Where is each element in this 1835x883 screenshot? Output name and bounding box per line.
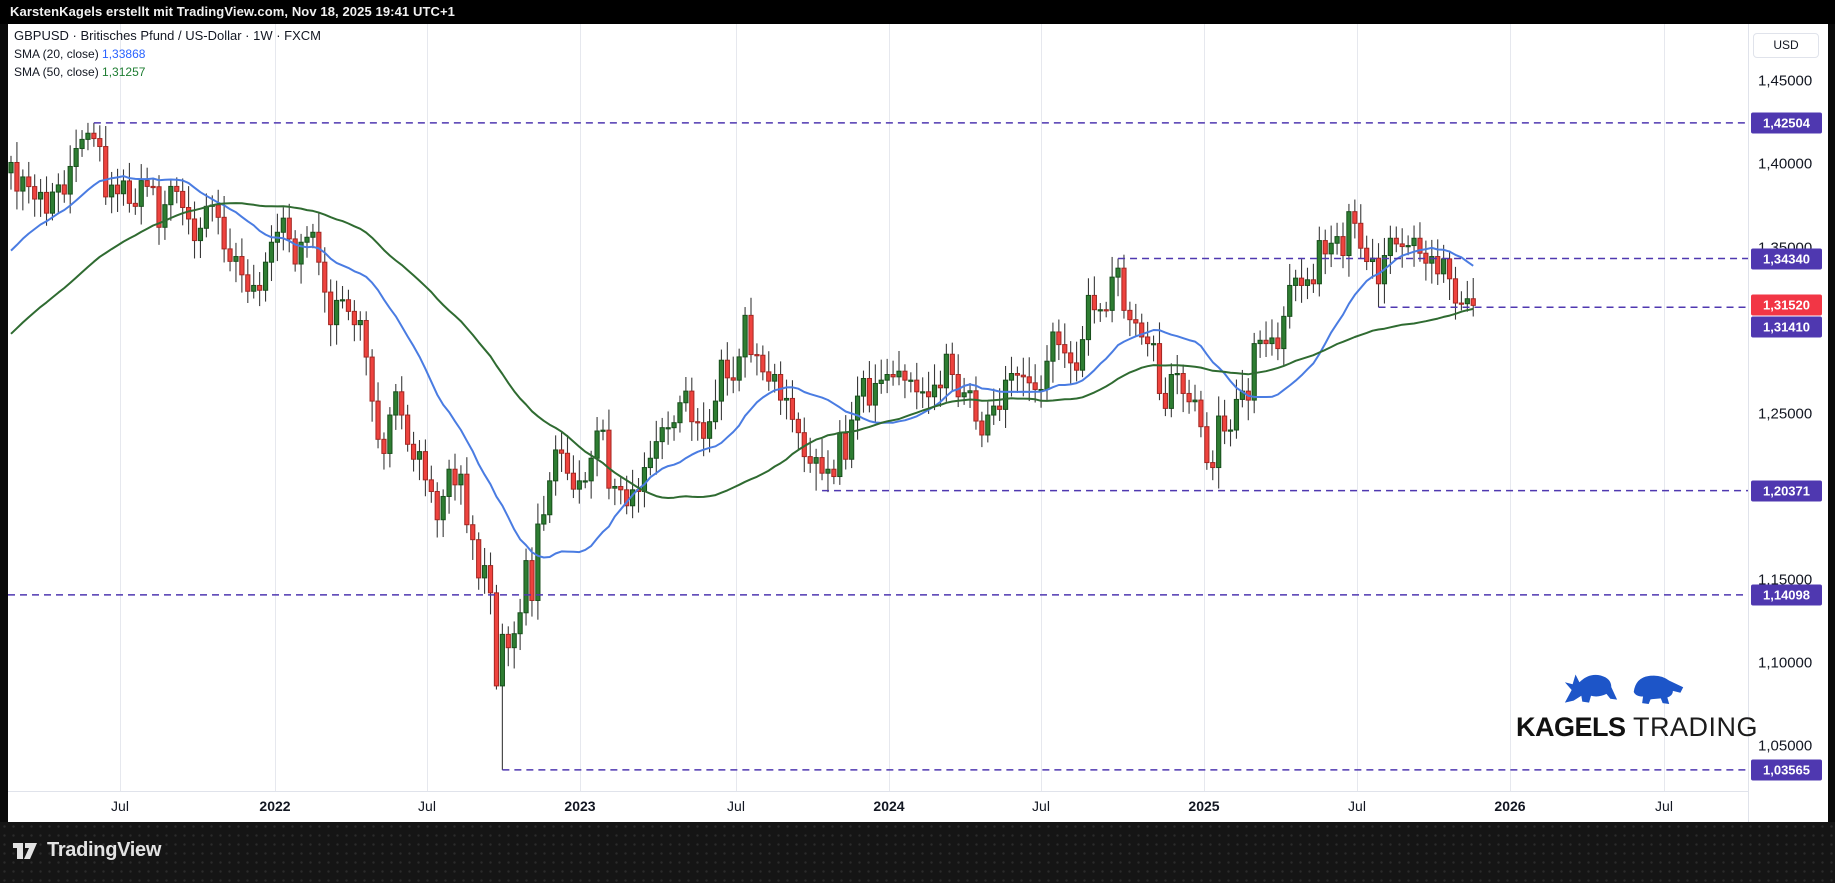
wicks-layer	[11, 123, 1473, 770]
tradingview-logo-text: TradingView	[47, 839, 161, 862]
price-level-badge: 1,03565	[1751, 759, 1822, 780]
price-chart-canvas[interactable]	[8, 24, 1748, 791]
sma50-value: 1,31257	[102, 65, 145, 79]
price-level-badge: 1,34340	[1751, 248, 1822, 269]
sma20-legend-row[interactable]: SMA (20, close) 1,33868	[14, 47, 321, 61]
price-axis[interactable]: USD 1,450001,400001,350001,250001,150001…	[1748, 24, 1828, 822]
tradingview-logo-icon	[13, 841, 39, 861]
time-axis-label[interactable]: Jul	[111, 798, 129, 814]
price-axis-label: 1,05000	[1758, 738, 1812, 755]
price-level-badge: 1,20371	[1751, 480, 1822, 501]
tradingview-logo[interactable]: TradingView	[13, 839, 161, 862]
bear-icon	[1630, 670, 1686, 710]
tradingview-chart-screenshot: KarstenKagels erstellt mit TradingView.c…	[0, 0, 1835, 883]
time-axis-label[interactable]: Jul	[418, 798, 436, 814]
watermark-kagels: KAGELS	[1516, 712, 1626, 742]
sma50-label: SMA (50, close)	[14, 65, 99, 79]
bull-icon	[1562, 670, 1620, 710]
time-axis-label[interactable]: 2022	[259, 798, 290, 814]
price-axis-label: 1,45000	[1758, 73, 1812, 90]
time-axis-label[interactable]: 2026	[1494, 798, 1525, 814]
candles-layer	[9, 133, 1475, 686]
time-axis-label[interactable]: 2023	[564, 798, 595, 814]
kagels-trading-watermark: KAGELS TRADING	[1516, 666, 1731, 743]
attribution-text: KarstenKagels erstellt mit TradingView.c…	[10, 4, 455, 19]
time-axis-label[interactable]: Jul	[1655, 798, 1673, 814]
watermark-trading: TRADING	[1633, 712, 1758, 742]
watermark-text: KAGELS TRADING	[1516, 712, 1731, 743]
watermark-icons	[1516, 666, 1731, 710]
sma20-value: 1,33868	[102, 47, 145, 61]
price-level-badge: 1,42504	[1751, 112, 1822, 133]
symbol-title[interactable]: GBPUSD · Britisches Pfund / US-Dollar · …	[14, 28, 321, 43]
chart-area[interactable]: GBPUSD · Britisches Pfund / US-Dollar · …	[8, 24, 1827, 822]
price-level-badge: 1,31410	[1751, 316, 1822, 337]
time-axis-label[interactable]: Jul	[1348, 798, 1366, 814]
sma50-legend-row[interactable]: SMA (50, close) 1,31257	[14, 65, 321, 79]
price-axis-label: 1,40000	[1758, 156, 1812, 173]
price-axis-label: 1,10000	[1758, 654, 1812, 671]
chart-legend: GBPUSD · Britisches Pfund / US-Dollar · …	[14, 28, 321, 83]
level-lines[interactable]	[8, 123, 1748, 770]
currency-button[interactable]: USD	[1753, 33, 1819, 58]
footer-bar: TradingView	[0, 822, 1835, 883]
attribution-bar: KarstenKagels erstellt mit TradingView.c…	[0, 0, 1835, 24]
time-axis-label[interactable]: Jul	[727, 798, 745, 814]
grid-layer	[121, 24, 1665, 791]
time-axis-label[interactable]: 2024	[873, 798, 904, 814]
time-axis[interactable]: Jul 2022 Jul 2023 Jul 2024 Jul 2025 Jul 2026 Jul	[8, 791, 1748, 823]
time-axis-label[interactable]: Jul	[1032, 798, 1050, 814]
price-axis-label: 1,25000	[1758, 405, 1812, 422]
price-level-badge: 1,14098	[1751, 584, 1822, 605]
sma20-label: SMA (20, close)	[14, 47, 99, 61]
current-price-badge: 1,31520	[1751, 295, 1822, 316]
time-axis-label[interactable]: 2025	[1188, 798, 1219, 814]
